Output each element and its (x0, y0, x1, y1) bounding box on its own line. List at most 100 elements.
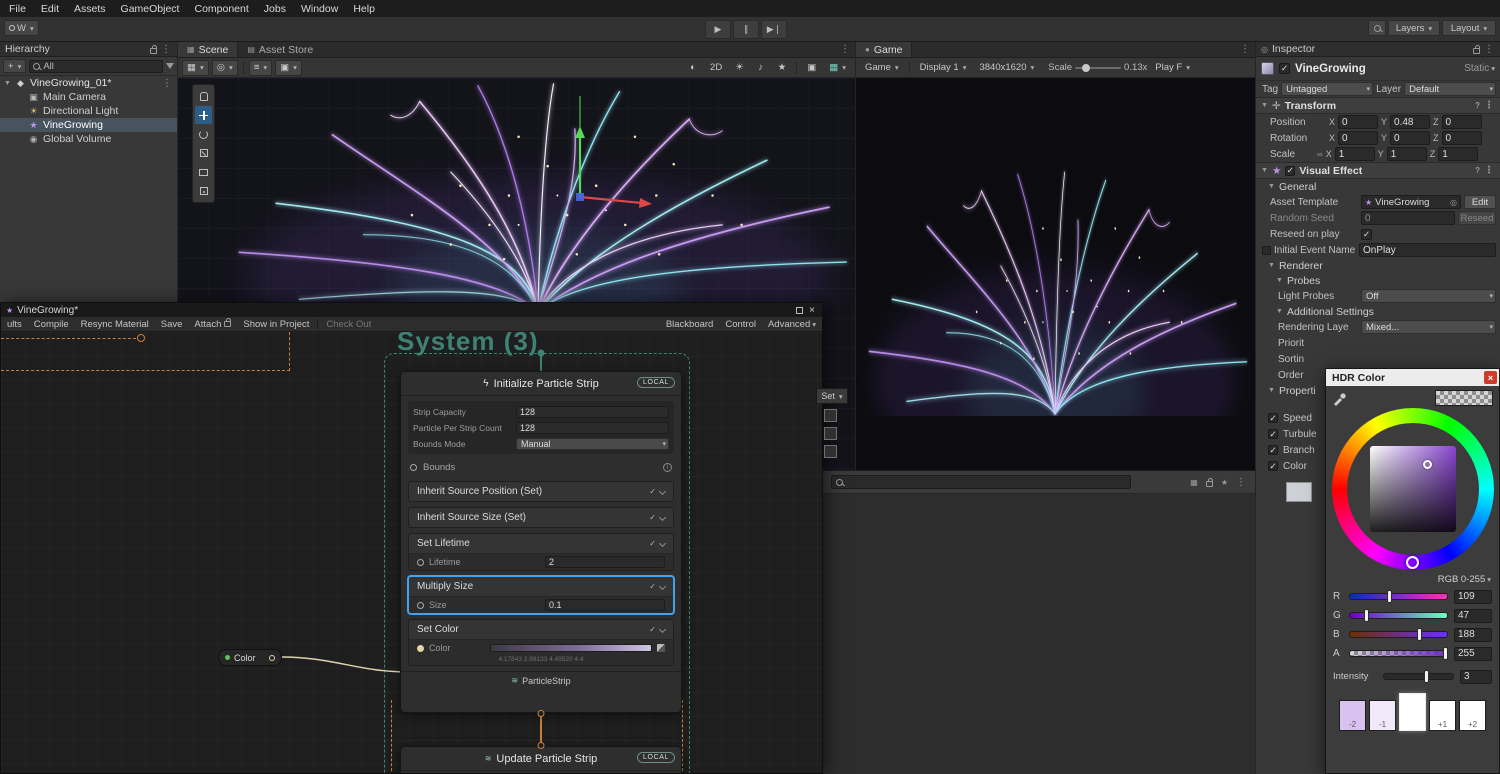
tab-asset-store[interactable]: ▤ Asset Store (238, 42, 322, 57)
play-button[interactable]: ▶ (705, 20, 731, 39)
g-slider-thumb[interactable] (1364, 609, 1369, 622)
mini-swatch[interactable] (824, 427, 837, 440)
hierarchy-item-main-camera[interactable]: ▣ Main Camera (0, 90, 177, 104)
resync-material-button[interactable]: Resync Material (75, 319, 155, 330)
block-inherit-source-size[interactable]: Inherit Source Size (Set) ✓ (408, 507, 674, 528)
initial-event-override-checkbox[interactable] (1262, 246, 1271, 255)
node-header[interactable]: ≋ Update Particle Strip LOCAL (401, 747, 681, 771)
color-parameter-node[interactable]: Color (218, 649, 282, 666)
component-menu-icon[interactable]: ⋮ (1484, 165, 1495, 176)
chevron-down-icon[interactable] (659, 488, 666, 495)
a-slider-thumb[interactable] (1443, 647, 1448, 660)
visual-effect-section-header[interactable]: ▼ ★ ✓ Visual Effect ? ⋮ (1256, 162, 1500, 179)
vfx-toolbar-ults[interactable]: ults (1, 319, 28, 330)
panel-menu-icon[interactable]: ⋮ (1484, 44, 1495, 55)
foldout-icon[interactable]: ▼ (1261, 102, 1268, 109)
2d-toggle[interactable]: 2D (705, 60, 727, 76)
lock-icon[interactable] (150, 48, 157, 54)
view-hand-tool[interactable] (195, 87, 212, 105)
exposure-swatch-current[interactable] (1399, 693, 1426, 731)
resolution-dropdown[interactable]: 3840x1620 (974, 60, 1039, 76)
vfx-window-titlebar[interactable]: ★ VineGrowing* × (1, 303, 822, 317)
attach-button[interactable]: Attach (188, 319, 237, 330)
tag-dropdown[interactable]: Untagged (1281, 82, 1373, 96)
hierarchy-item-directional-light[interactable]: ☀ Directional Light (0, 104, 177, 118)
menu-edit[interactable]: Edit (34, 3, 66, 15)
system-title[interactable]: System (3) (397, 332, 539, 357)
filter-icon[interactable] (166, 63, 174, 69)
size-input-port[interactable] (417, 602, 424, 609)
position-z-field[interactable]: 0 (1442, 115, 1482, 129)
color-property-swatch[interactable] (1286, 482, 1312, 502)
tool-settings-dropdown[interactable]: ≡ (249, 60, 272, 76)
random-seed-field[interactable]: 0 (1361, 211, 1455, 225)
rect-tool[interactable] (195, 163, 212, 181)
static-dropdown[interactable]: Static (1464, 63, 1495, 74)
panel-menu-icon[interactable]: ⋮ (161, 44, 172, 55)
rotate-tool[interactable] (195, 125, 212, 143)
info-icon[interactable]: i (663, 463, 672, 472)
show-in-project-button[interactable]: Show in Project (237, 319, 315, 330)
transform-gizmo[interactable] (518, 78, 718, 218)
set-dropdown[interactable]: Set (816, 388, 848, 404)
mini-swatch[interactable] (824, 445, 837, 458)
constrain-proportions-icon[interactable]: ∞ (1317, 150, 1323, 159)
gizmos-dropdown[interactable]: ▦ (824, 60, 851, 76)
grid-view-icon[interactable]: ▦ (1190, 478, 1198, 487)
block-set-lifetime[interactable]: Set Lifetime ✓ Lifetime 2 (408, 533, 674, 571)
tab-scene[interactable]: ▦ Scene (178, 42, 238, 57)
scale-y-field[interactable]: 1 (1387, 147, 1427, 161)
r-slider-thumb[interactable] (1387, 590, 1392, 603)
particle-per-strip-field[interactable]: 128 (516, 422, 669, 434)
hierarchy-item-vinegrowing[interactable]: ★ VineGrowing (0, 118, 177, 132)
scene-root-row[interactable]: ▼ ◆ VineGrowing_01* ⋮ (0, 76, 177, 90)
bounds-input-port[interactable] (410, 464, 417, 471)
a-value-field[interactable]: 255 (1454, 647, 1492, 661)
branch-enabled-checkbox[interactable]: ✓ (1268, 445, 1278, 455)
component-menu-icon[interactable]: ⋮ (1484, 100, 1495, 111)
reseed-on-play-checkbox[interactable]: ✓ (1361, 229, 1372, 240)
lock-icon[interactable] (1206, 481, 1213, 487)
inspector-header[interactable]: ◎ Inspector ⋮ (1256, 42, 1500, 57)
menu-jobs[interactable]: Jobs (257, 3, 293, 15)
color-enabled-checkbox[interactable]: ✓ (1268, 461, 1278, 471)
node-header[interactable]: ϟ Initialize Particle Strip LOCAL (401, 372, 681, 396)
editor-search-button[interactable] (1368, 20, 1386, 36)
lifetime-input-port[interactable] (417, 559, 424, 566)
lock-icon[interactable] (1473, 48, 1480, 54)
reseed-button[interactable]: Reseed (1458, 211, 1496, 225)
initialize-particle-strip-node[interactable]: ϟ Initialize Particle Strip LOCAL Strip … (400, 371, 682, 713)
foldout-icon[interactable]: ▼ (4, 80, 11, 87)
panel-menu-icon[interactable]: ⋮ (1236, 477, 1247, 488)
scale-tool[interactable] (195, 144, 212, 162)
audio-toggle-icon[interactable]: ♪ (752, 60, 770, 76)
project-search-input[interactable] (831, 475, 1131, 489)
speed-enabled-checkbox[interactable]: ✓ (1268, 413, 1278, 423)
light-probes-dropdown[interactable]: Off (1361, 289, 1496, 303)
step-button[interactable]: ▶❘ (761, 20, 787, 39)
hierarchy-header[interactable]: Hierarchy ⋮ (0, 42, 177, 57)
layer-dropdown[interactable]: Default (1404, 82, 1496, 96)
g-value-field[interactable]: 47 (1454, 609, 1492, 623)
a-slider[interactable] (1349, 650, 1448, 657)
grid-visibility-dropdown[interactable]: ▦ (182, 60, 209, 76)
menu-gameobject[interactable]: GameObject (114, 3, 187, 15)
block-enabled-icon[interactable]: ✓ (649, 487, 656, 496)
favorites-icon[interactable]: ★ (1221, 478, 1228, 487)
gradient-edit-icon[interactable] (657, 644, 665, 652)
control-toggle[interactable]: Control (719, 319, 762, 330)
position-y-field[interactable]: 0.48 (1390, 115, 1430, 129)
check-out-button[interactable]: Check Out (320, 319, 377, 330)
advanced-dropdown[interactable]: Advanced (762, 319, 822, 330)
layout-dropdown[interactable]: Layout (1442, 20, 1496, 36)
close-icon[interactable]: × (1484, 371, 1497, 384)
tab-game[interactable]: ● Game (856, 42, 912, 57)
camera-settings-icon[interactable]: ▣ (802, 60, 821, 76)
foldout-icon[interactable]: ▼ (1261, 167, 1268, 174)
mini-swatch[interactable] (824, 409, 837, 422)
layers-dropdown[interactable]: Layers (1388, 20, 1440, 36)
rotation-y-field[interactable]: 0 (1390, 131, 1430, 145)
bounds-mode-dropdown[interactable]: Manual (516, 438, 669, 450)
component-enabled-checkbox[interactable]: ✓ (1285, 166, 1295, 176)
probes-foldout[interactable]: ▼Probes (1256, 273, 1500, 288)
